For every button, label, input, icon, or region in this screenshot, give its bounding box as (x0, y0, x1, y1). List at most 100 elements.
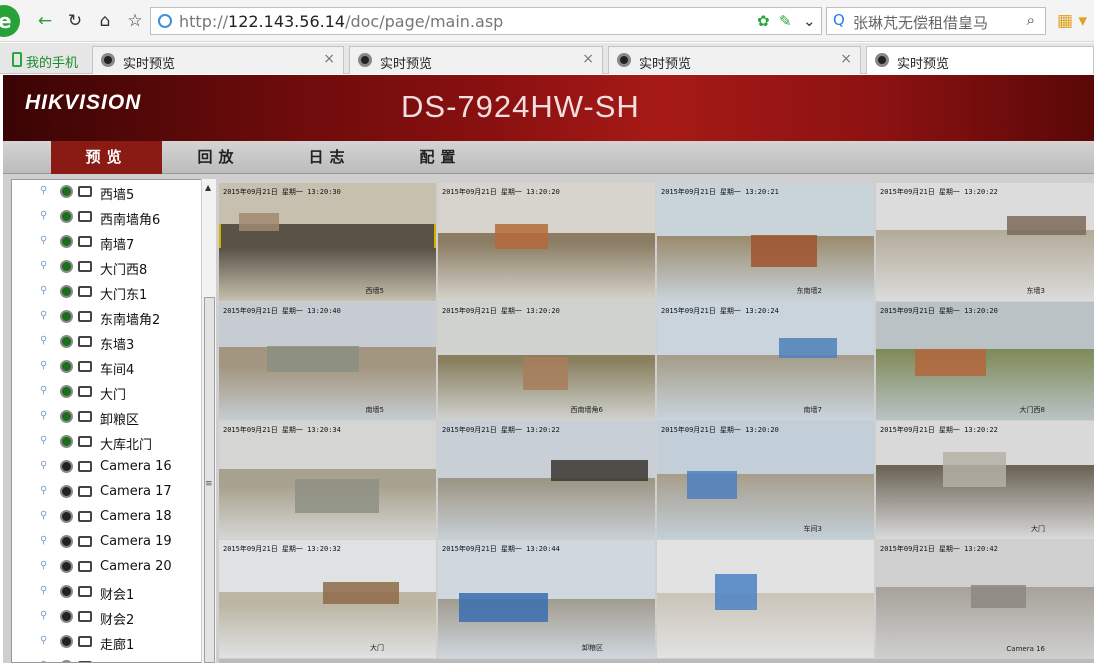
video-tile[interactable]: 2015年09月21日 星期一 13:20:22 东墙3 (876, 183, 1094, 301)
camera-status-icon (60, 410, 73, 423)
tab-live-view-3[interactable]: 实时预览 × (608, 46, 861, 74)
video-tile[interactable]: 2015年09月21日 星期一 13:20:24 南墙7 (657, 302, 874, 420)
record-status-icon: ⚲ (40, 210, 48, 221)
camera-list-item[interactable]: ⚲ 南墙7 (40, 230, 210, 255)
video-tile[interactable]: 2015年09月21日 星期一 13:20:30 西墙5 (219, 183, 436, 301)
video-tile[interactable]: 2015年09月21日 星期一 13:20:42 Camera 16 (876, 540, 1094, 658)
back-icon[interactable]: ← (32, 8, 58, 34)
camera-list-item[interactable]: ⚲ Camera 16 (40, 455, 210, 480)
camera-name: 走廊1 (100, 638, 135, 653)
video-tile[interactable]: 2015年09月21日 星期一 13:20:22 (438, 421, 655, 539)
leaf-icon[interactable]: ✎ (779, 12, 792, 30)
record-status-icon: ⚲ (40, 460, 48, 471)
video-frame-ground (219, 604, 436, 658)
camera-name: Camera 16 (100, 459, 172, 474)
security-icon[interactable]: ✿ (757, 12, 770, 30)
search-box[interactable]: Q 张琳芃无偿租借皇马 ⌕ (826, 7, 1046, 35)
video-frame-structure (715, 574, 757, 610)
star-icon[interactable]: ☆ (122, 8, 148, 34)
close-tab-icon[interactable]: × (840, 51, 852, 67)
camera-status-icon (60, 460, 73, 473)
camera-list-item[interactable]: ⚲ 走廊1 (40, 630, 210, 655)
camera-list-item[interactable]: ⚲ Camera 19 (40, 530, 210, 555)
nav-preview[interactable]: 预览 (51, 141, 162, 174)
tab-my-phone[interactable]: 我的手机 (4, 46, 88, 74)
video-camera-icon (78, 561, 92, 572)
camera-list-item[interactable]: ⚲ 东南墙角2 (40, 305, 210, 330)
camera-name: 大门东1 (100, 288, 148, 303)
camera-list-item[interactable]: ⚲ 车间4 (40, 355, 210, 380)
video-timestamp: 2015年09月21日 星期一 13:20:22 (880, 426, 998, 434)
video-frame-structure (523, 357, 568, 390)
nav-config[interactable]: 配置 (385, 141, 496, 174)
camera-status-icon (60, 610, 73, 623)
video-tile[interactable] (657, 540, 874, 658)
video-tile[interactable]: 2015年09月21日 星期一 13:20:21 东南墙2 (657, 183, 874, 301)
record-status-icon: ⚲ (40, 385, 48, 396)
apps-icon[interactable]: ▦ ▾ (1052, 8, 1092, 34)
video-tile[interactable]: 2015年09月21日 星期一 13:20:20 大门西8 (876, 302, 1094, 420)
camera-list-scrollbar[interactable]: ▲ ≡ (201, 179, 216, 663)
scroll-up-icon[interactable]: ▲ (205, 183, 211, 192)
camera-list-item[interactable]: ⚲ Camera 18 (40, 505, 210, 530)
record-status-icon: ⚲ (40, 635, 48, 646)
camera-status-icon (60, 510, 73, 523)
video-tile[interactable]: 2015年09月21日 星期一 13:20:20 (438, 183, 655, 301)
video-tile[interactable]: 2015年09月21日 星期一 13:20:40 南墙5 (219, 302, 436, 420)
video-channel-name: 大门西8 (1019, 406, 1045, 414)
video-channel-name: 东南墙2 (796, 287, 822, 295)
url-text: http://122.143.56.14/doc/page/main.asp (179, 12, 504, 31)
record-status-icon: ⚲ (40, 335, 48, 346)
video-timestamp: 2015年09月21日 星期一 13:20:44 (442, 545, 560, 553)
camera-list-item[interactable]: ⚲ 西墙5 (40, 180, 210, 205)
camera-list-item[interactable]: ⚲ 东墙3 (40, 330, 210, 355)
video-timestamp: 2015年09月21日 星期一 13:20:32 (223, 545, 341, 553)
camera-list-item[interactable]: ⚲ 大库北门 (40, 430, 210, 455)
record-status-icon: ⚲ (40, 310, 48, 321)
video-camera-icon (78, 361, 92, 372)
camera-list-item[interactable]: ⚲ 财会1 (40, 580, 210, 605)
camera-list-item[interactable]: ⚲ 大门东1 (40, 280, 210, 305)
video-tile[interactable]: 2015年09月21日 星期一 13:20:20 车间3 (657, 421, 874, 539)
camera-list: ⚲ 西墙5 ⚲ 西南墙角6 ⚲ 南墙7 ⚲ 大门西8 ⚲ 大门东1 ⚲ 东南墙角2 ⚲ 东墙3 ⚲ 车间4 ⚲ 大… (11, 179, 216, 663)
home-icon[interactable]: ⌂ (92, 8, 118, 34)
video-camera-icon (78, 486, 92, 497)
video-timestamp: 2015年09月21日 星期一 13:20:22 (880, 188, 998, 196)
camera-list-item[interactable]: ⚲走廊2 (40, 655, 210, 662)
close-tab-icon[interactable]: × (582, 51, 594, 67)
search-input[interactable]: 张琳芃无偿租借皇马 (853, 12, 988, 33)
camera-list-item[interactable]: ⚲ 卸粮区 (40, 405, 210, 430)
tab-live-view-2[interactable]: 实时预览 × (349, 46, 603, 74)
video-tile[interactable]: 2015年09月21日 星期一 13:20:20 西南墙角6 (438, 302, 655, 420)
close-tab-icon[interactable]: × (323, 51, 335, 67)
video-camera-icon (78, 536, 92, 547)
video-tile[interactable]: 2015年09月21日 星期一 13:20:22 大门 (876, 421, 1094, 539)
device-model: DS-7924HW-SH (401, 89, 640, 124)
refresh-icon[interactable]: ↻ (62, 8, 88, 34)
main-content: ⚲ 西墙5 ⚲ 西南墙角6 ⚲ 南墙7 ⚲ 大门西8 ⚲ 大门东1 ⚲ 东南墙角2 ⚲ 东墙3 ⚲ 车间4 ⚲ 大… (3, 174, 1094, 663)
nav-log[interactable]: 日志 (274, 141, 385, 174)
camera-name: 西南墙角6 (100, 213, 161, 228)
camera-list-item[interactable]: ⚲ 大门 (40, 380, 210, 405)
nav-playback[interactable]: 回放 (163, 141, 274, 174)
camera-list-item[interactable]: ⚲ Camera 17 (40, 480, 210, 505)
video-timestamp: 2015年09月21日 星期一 13:20:22 (442, 426, 560, 434)
video-tile[interactable]: 2015年09月21日 星期一 13:20:34 (219, 421, 436, 539)
video-camera-icon (78, 211, 92, 222)
dropdown-icon[interactable]: ⌄ (803, 12, 816, 30)
camera-status-icon (60, 385, 73, 398)
address-bar[interactable]: http://122.143.56.14/doc/page/main.asp ✿… (150, 7, 822, 35)
camera-list-item[interactable]: ⚲ 西南墙角6 (40, 205, 210, 230)
tab-live-view-4[interactable]: 实时预览 (866, 46, 1094, 74)
camera-list-item[interactable]: ⚲ 大门西8 (40, 255, 210, 280)
tab-bar: 我的手机 实时预览 × 实时预览 × 实时预览 × 实时预览 (0, 43, 1094, 74)
search-icon[interactable]: ⌕ (1027, 11, 1035, 29)
video-tile[interactable]: 2015年09月21日 星期一 13:20:32 大门 (219, 540, 436, 658)
camera-list-item[interactable]: ⚲ Camera 20 (40, 555, 210, 580)
tab-live-view-1[interactable]: 实时预览 × (92, 46, 344, 74)
svg-text:e: e (0, 9, 12, 33)
video-camera-icon (78, 586, 92, 597)
video-tile[interactable]: 2015年09月21日 星期一 13:20:44 卸粮区 (438, 540, 655, 658)
video-frame-structure (323, 582, 399, 604)
camera-list-item[interactable]: ⚲ 财会2 (40, 605, 210, 630)
